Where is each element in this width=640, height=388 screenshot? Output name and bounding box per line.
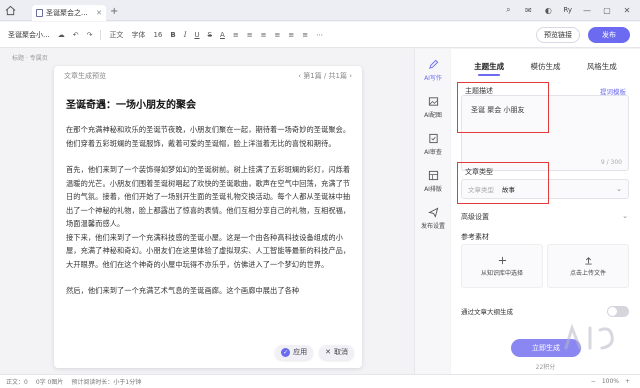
new-tab-icon[interactable]: + [110,6,118,17]
cancel-button[interactable]: ✕ 取消 [319,345,354,360]
rail-label: AI审查 [424,149,442,156]
rail-item-ai-review[interactable]: AI审查 [415,133,451,156]
undo-icon[interactable]: ↶ [73,31,79,39]
tab-style-generation[interactable]: 风格生成 [587,61,617,72]
upload-file-button[interactable]: 点击上传文件 [547,244,629,288]
char-counter: 9 / 300 [600,159,622,166]
bold-button[interactable]: B [170,31,175,39]
card-header-title: 文章生成预览 [64,72,106,80]
title-bar: 圣诞聚会之... ✕ + ⌕ ✉ ◐ Ry — ▢ ✕ [0,0,640,21]
status-body-count: 正文：0 [6,379,28,386]
preview-link-button[interactable]: 预览链接 [536,27,580,43]
chevron-down-icon: ⌄ [616,185,622,193]
minimize-button[interactable]: — [582,6,592,15]
close-button[interactable]: ✕ [622,6,632,15]
document-tab[interactable]: 圣诞聚会之... ✕ [32,4,106,21]
highlight-frame [457,82,549,133]
reference-label: 参考素材 [461,233,489,241]
zoom-in-icon[interactable]: + [625,378,630,385]
rail-label: AI排版 [424,186,442,193]
status-word-image-count: 0字 0图片 [35,379,64,386]
article-body: 在那个充满神秘和欢乐的圣诞节夜晚，小朋友们聚在一起，期待着一场奇妙的圣诞聚会。他… [66,123,352,311]
ref-button-label: 点击上传文件 [569,269,606,277]
editor-toolbar: 圣诞聚会小... ☁ ↶ ↷ 正文 字体 16 B I U S A ≡ ≡ ≡ … [0,22,640,48]
ref-button-label: 从知识库中选择 [480,269,523,277]
font-size-select[interactable]: 16 [153,31,162,39]
rail-item-ai-layout[interactable]: AI排版 [415,170,451,193]
credits-text: 22积分 [535,364,556,371]
review-icon [428,133,438,144]
send-icon [427,207,438,218]
toolbar-divider [100,29,102,40]
document-icon [36,8,43,17]
maximize-button[interactable]: ▢ [602,6,612,15]
rail-label: AI配图 [424,112,442,119]
cancel-label: 取消 [334,348,348,356]
apply-button[interactable]: ✓ 应用 [275,345,314,360]
status-bar: 正文：0 0字 0图片 预计阅读时长：小于1分钟 − 100% + [0,374,640,388]
rail-item-ai-writing[interactable]: AI写作 [415,59,451,82]
font-color-button[interactable]: A [220,31,225,39]
watermark-logo [564,323,614,350]
close-tab-icon[interactable]: ✕ [96,9,102,17]
align-center-button[interactable]: ≡ [247,31,253,39]
rail-label: AI写作 [424,75,442,82]
pen-icon [428,59,438,69]
image-icon [428,97,438,106]
outline-generation-label: 通过文章大纲生成 [461,308,513,316]
article-paragraph: 在那个充满神秘和欢乐的圣诞节夜晚，小朋友们聚在一起，期待着一场奇妙的圣诞聚会。他… [66,125,351,148]
document-name[interactable]: 圣诞聚会小... [8,30,50,40]
strikethrough-button[interactable]: S [208,31,212,39]
tab-title: 圣诞聚会之... [46,8,88,17]
ordered-list-button[interactable]: ≡ [288,31,294,39]
article-paragraph: 接下来，他们来到了一个充满科技感的圣诞小屋。这是一个由各种高科技设备组成的小屋，… [66,232,351,269]
indent-button[interactable]: ≡ [302,31,308,39]
more-icon[interactable]: ⋯ [316,31,323,39]
zoom-level[interactable]: 100% [602,378,619,385]
plus-icon [498,256,506,264]
article-preview-card: 文章生成预览 ‹ 第1篇 / 共1篇 › 圣诞奇遇：一场小朋友的聚会 在那个充满… [54,66,362,368]
highlight-frame [457,162,549,204]
tab-topic-generation[interactable]: 主题生成 [474,61,504,76]
font-family-select[interactable]: 字体 [131,30,145,40]
cloud-sync-icon[interactable]: ☁ [58,31,65,39]
paragraph-style-select[interactable]: 正文 [109,30,123,40]
user-initials[interactable]: Ry [563,6,572,14]
ai-tools-rail: AI写作 AI配图 AI审查 AI排版 发布设置 [414,49,450,374]
rail-item-ai-image[interactable]: AI配图 [415,96,451,119]
apply-label: 应用 [293,348,308,356]
advanced-settings-toggle[interactable]: 高级设置 [461,212,489,222]
outline-generation-toggle[interactable] [607,305,629,317]
theme-icon[interactable]: ◐ [543,6,553,15]
rail-item-publish-settings[interactable]: 发布设置 [415,207,451,230]
layout-icon [428,170,438,181]
align-left-button[interactable]: ≡ [233,31,239,39]
rail-label: 发布设置 [420,223,445,230]
mail-icon[interactable]: ✉ [523,6,533,15]
breadcrumb: 标题 · 专属页 [12,55,48,62]
home-icon[interactable] [0,0,20,21]
check-icon: ✓ [281,348,291,357]
status-reading-time: 预计阅读时长：小于1分钟 [71,379,142,386]
tab-imitation-generation[interactable]: 模仿生成 [530,61,560,72]
article-paragraph: 然后，他们来到了一个充满艺术气息的圣诞画廊。这个画廊中展出了各种 [66,286,300,295]
article-paragraph: 首先，他们来到了一个装饰得如梦如幻的圣诞树前。树上挂满了五彩斑斓的彩灯，闪烁着温… [66,165,351,228]
card-header: 文章生成预览 ‹ 第1篇 / 共1篇 › [54,66,362,86]
publish-button[interactable]: 发布 [588,27,630,43]
upload-icon [584,256,592,265]
italic-button[interactable]: I [184,31,187,39]
align-right-button[interactable]: ≡ [261,31,267,39]
underline-button[interactable]: U [194,31,199,39]
zoom-out-icon[interactable]: − [591,378,596,385]
select-from-knowledge-base-button[interactable]: 从知识库中选择 [461,244,543,288]
article-pager[interactable]: ‹ 第1篇 / 共1篇 › [298,71,352,81]
article-title: 圣诞奇遇：一场小朋友的聚会 [66,100,196,111]
close-icon: ✕ [325,348,331,356]
redo-icon[interactable]: ↷ [87,31,93,39]
chevron-down-icon[interactable]: ⌄ [622,212,628,220]
list-button[interactable]: ≡ [274,31,280,39]
search-icon[interactable]: ⌕ [503,5,513,15]
